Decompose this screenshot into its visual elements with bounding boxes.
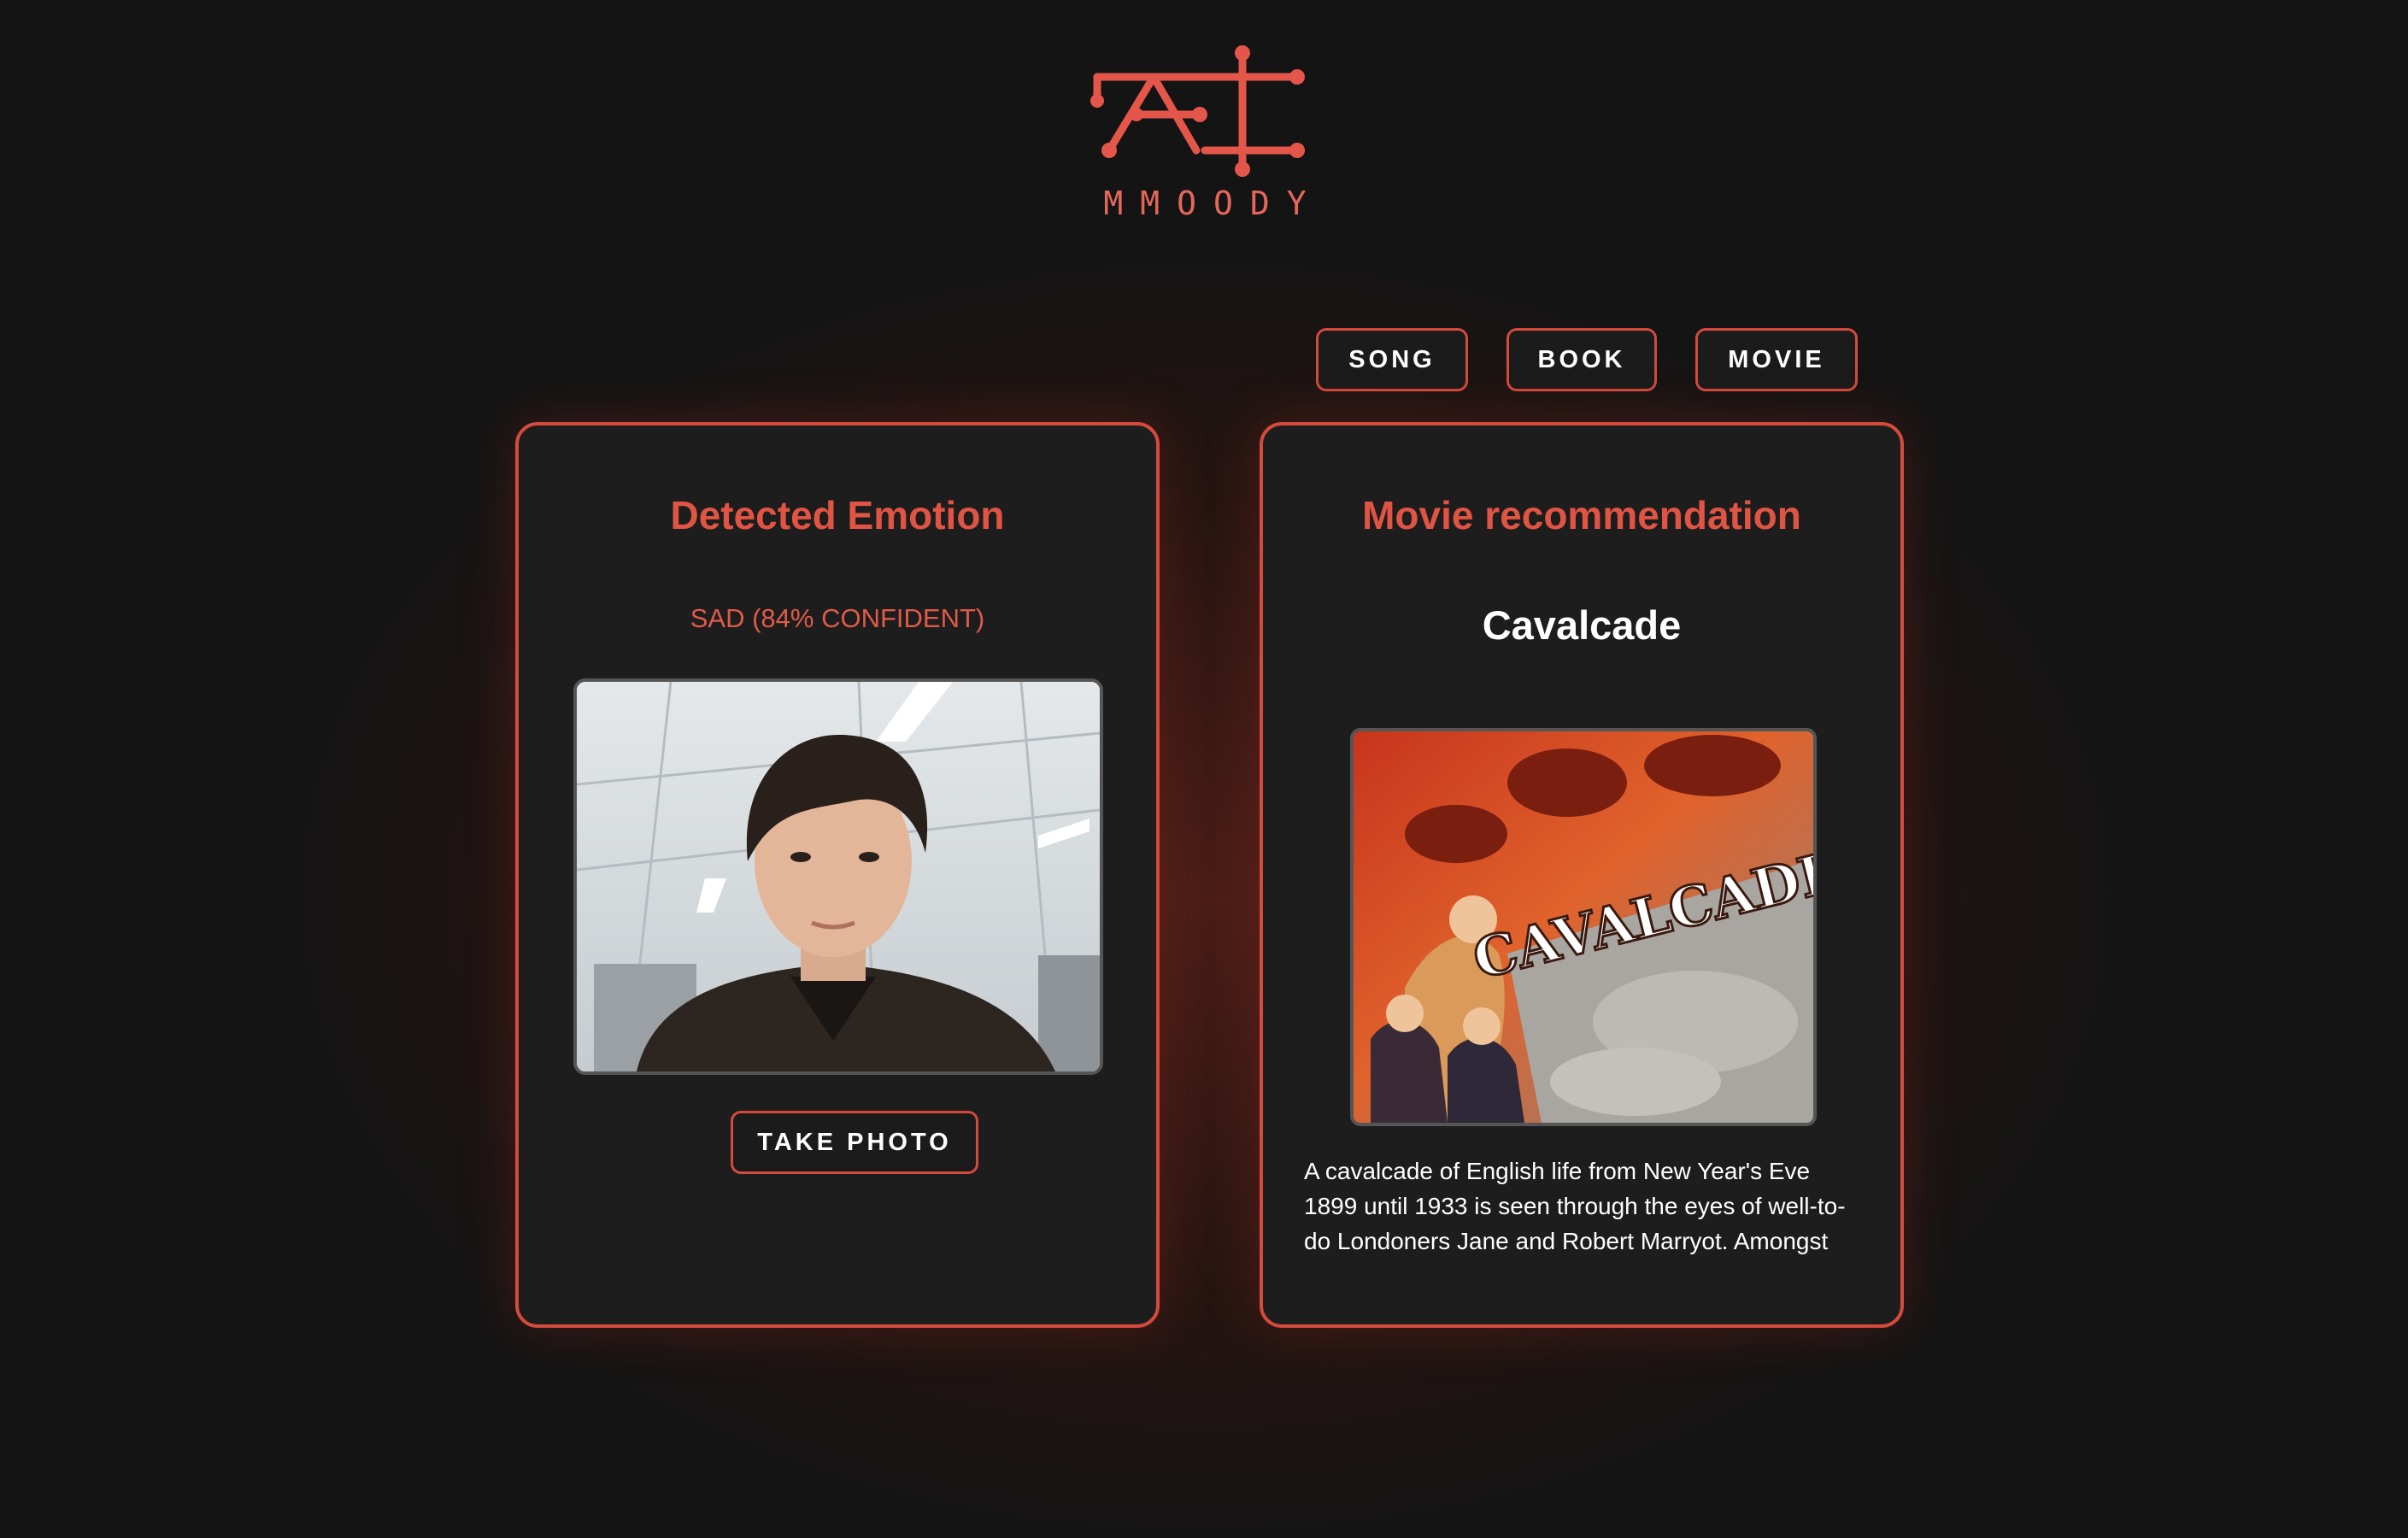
movie-recommendation-title: Movie recommendation [1362, 493, 1801, 537]
tab-book[interactable]: BOOK [1506, 328, 1657, 391]
logo-wordmark: MMOODY [1103, 185, 1324, 222]
poster-illustration: CAVALCADE [1354, 731, 1813, 1123]
emotion-result: SAD (84% CONFIDENT) [690, 603, 985, 633]
tab-song[interactable]: SONG [1316, 328, 1468, 391]
movie-title: Cavalcade [1482, 602, 1682, 648]
tab-movie[interactable]: MOVIE [1695, 328, 1858, 391]
movie-recommendation-card: Movie recommendation Cavalcade CAVALCADE… [1260, 422, 1904, 1328]
detected-emotion-title: Detected Emotion [670, 493, 1005, 537]
take-photo-button[interactable]: TAKE PHOTO [731, 1111, 978, 1174]
movie-poster: CAVALCADE [1350, 728, 1817, 1126]
movie-description: A cavalcade of English life from New Yea… [1304, 1158, 1846, 1254]
webcam-photo [573, 678, 1103, 1075]
selfie-illustration [577, 682, 1100, 1071]
circuit-ai-logo-icon [1090, 45, 1305, 177]
detected-emotion-card: Detected Emotion SAD (84% CONFIDENT) TAK… [515, 422, 1160, 1328]
app-logo: MMOODY [1085, 41, 1324, 229]
